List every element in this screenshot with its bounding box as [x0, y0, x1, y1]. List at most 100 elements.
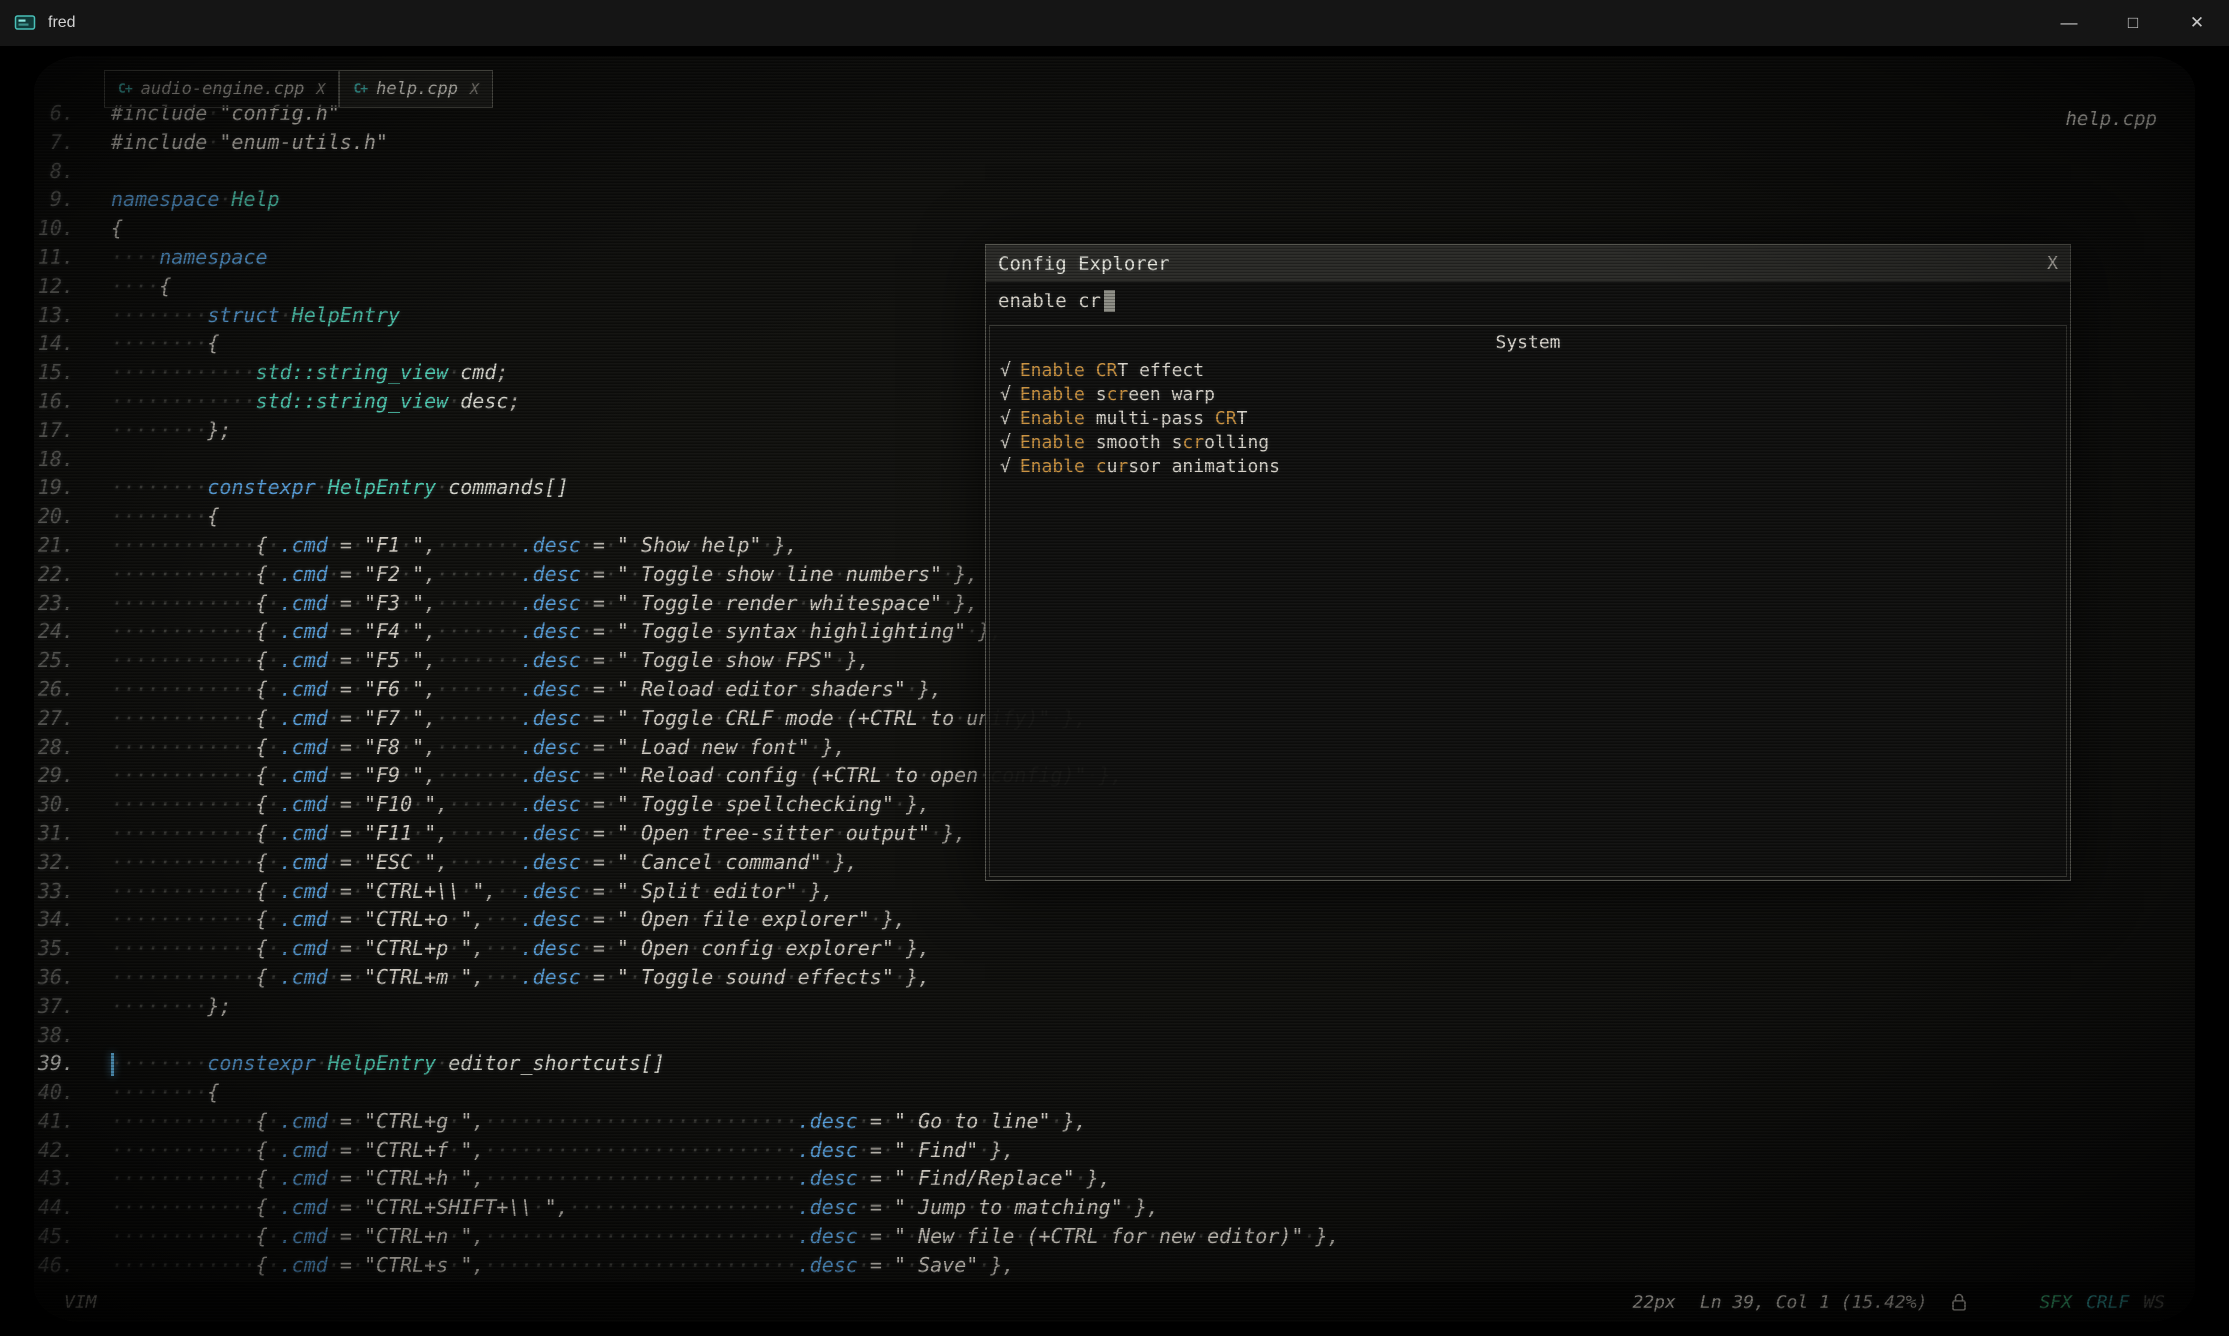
line-number: 15.	[34, 358, 74, 387]
line-number: 40.	[34, 1078, 74, 1107]
code-line[interactable]: 9.namespace·Help	[34, 185, 2195, 214]
line-number: 18.	[34, 445, 74, 474]
line-number: 28.	[34, 733, 74, 762]
status-flag-ws: WS	[2143, 1292, 2165, 1313]
line-number: 19.	[34, 473, 74, 502]
window-controls: — □ ✕	[2037, 0, 2229, 46]
config-entry[interactable]: √Enable cursor animations	[990, 455, 2066, 479]
line-text: {	[111, 214, 123, 243]
status-bar: VIM 22px Ln 39, Col 1 (15.42%) SFXCRLFWS	[34, 1282, 2195, 1322]
tab-close-button[interactable]: X	[316, 80, 325, 98]
config-explorer: Config Explorer X enable cr System √Enab…	[985, 244, 2071, 881]
checkbox-checked-icon: √	[1000, 456, 1011, 477]
code-line[interactable]: 41. ············{·.cmd·=·"CTRL+g·",······…	[34, 1107, 2195, 1136]
text-cursor	[1104, 290, 1115, 312]
line-number: 26.	[34, 675, 74, 704]
cpp-file-icon: C+	[353, 82, 367, 97]
code-line[interactable]: 46. ············{·.cmd·=·"CTRL+s·",······…	[34, 1251, 2195, 1280]
config-results-panel: System √Enable CRT effect√Enable screen …	[989, 325, 2067, 877]
tab-close-button[interactable]: X	[470, 80, 479, 98]
line-text: ············{·.cmd·=·"F4·",·······.desc·…	[111, 617, 1002, 646]
code-line[interactable]: 44.············{·.cmd·=·"CTRL+SHIFT+\\·"…	[34, 1193, 2195, 1222]
checkbox-checked-icon: √	[1000, 384, 1011, 405]
config-results: √Enable CRT effect√Enable screen warp√En…	[990, 359, 2066, 479]
line-text: ············{·.cmd·=·"F10·",······.desc·…	[111, 790, 930, 819]
code-line[interactable]: 38.	[34, 1021, 2195, 1050]
code-line[interactable]: 40.········{	[34, 1078, 2195, 1107]
line-text: ············{·.cmd·=·"CTRL+o·",···.desc·…	[111, 905, 906, 934]
line-number: 38.	[34, 1021, 74, 1050]
line-text: ············{·.cmd·=·"CTRL+m·",···.desc·…	[111, 963, 930, 992]
code-line[interactable]: 45.············{·.cmd·=·"CTRL+n·",······…	[34, 1222, 2195, 1251]
line-number: 29.	[34, 761, 74, 790]
config-entry[interactable]: √Enable multi-pass CRT	[990, 407, 2066, 431]
line-number: 46.	[34, 1251, 74, 1280]
file-indicator: help.cpp	[2065, 108, 2157, 130]
status-flag-crlf: CRLF	[2086, 1292, 2129, 1313]
line-number: 35.	[34, 934, 74, 963]
code-line[interactable]: 43.············{·.cmd·=·"CTRL+h·",······…	[34, 1164, 2195, 1193]
tab-help.cpp[interactable]: C+help.cppX	[339, 70, 493, 108]
line-number: 10.	[34, 214, 74, 243]
line-text: ············{·.cmd·=·"CTRL+f·",·········…	[111, 1136, 1014, 1165]
line-number: 39.	[34, 1049, 74, 1078]
line-text: ····namespace	[111, 243, 268, 272]
line-text: ············{·.cmd·=·"F1·",·······.desc·…	[111, 531, 798, 560]
code-line[interactable]: 7.#include·"enum-utils.h"	[34, 128, 2195, 157]
code-line[interactable]: 35. ············{·.cmd·=·"CTRL+p·",···.de…	[34, 934, 2195, 963]
line-text: ············{·.cmd·=·"F8·",·······.desc·…	[111, 733, 846, 762]
config-entry[interactable]: √Enable smooth scrolling	[990, 431, 2066, 455]
line-number: 41.	[34, 1107, 74, 1136]
line-number: 6.	[34, 99, 74, 128]
line-number: 11.	[34, 243, 74, 272]
config-entry[interactable]: √Enable screen warp	[990, 383, 2066, 407]
checkbox-checked-icon: √	[1000, 408, 1011, 429]
line-text: ············{·.cmd·=·"ESC·",······.desc·…	[111, 848, 858, 877]
tab-label: audio-engine.cpp	[141, 79, 305, 99]
line-text: ············{·.cmd·=·"CTRL+g·",·········…	[111, 1107, 1087, 1136]
line-number: 13.	[34, 301, 74, 330]
line-number: 8.	[34, 157, 74, 186]
config-search-query: enable cr	[998, 290, 1101, 312]
config-explorer-titlebar: Config Explorer X	[986, 245, 2070, 282]
close-button[interactable]: ✕	[2165, 0, 2229, 46]
line-number: 22.	[34, 560, 74, 589]
config-explorer-title: Config Explorer	[998, 253, 1170, 275]
code-line[interactable]: 10. {	[34, 214, 2195, 243]
status-flags: SFXCRLFWS	[2039, 1292, 2165, 1313]
crt-screen: 6.#include·"config.h"7.#include·"enum-ut…	[34, 56, 2195, 1322]
tab-audio-engine.cpp[interactable]: C+ audio-engine.cpp X	[104, 70, 339, 108]
line-text: ········constexpr·HelpEntry·commands[]	[111, 473, 569, 502]
line-text: ············{·.cmd·=·"F9·",·······.desc·…	[111, 761, 1123, 790]
config-entry[interactable]: √Enable CRT effect	[990, 359, 2066, 383]
checkbox-checked-icon: √	[1000, 360, 1011, 381]
code-line[interactable]: 36.············{·.cmd·=·"CTRL+m·",···.de…	[34, 963, 2195, 992]
config-search-input[interactable]: enable cr	[986, 282, 2070, 320]
line-text: ············{·.cmd·=·"F5·",·······.desc·…	[111, 646, 870, 675]
code-line[interactable]: 39.········constexpr·HelpEntry·editor_sh…	[34, 1049, 2195, 1078]
line-text: ············{·.cmd·=·"CTRL+s·",·········…	[111, 1251, 1014, 1280]
line-text: namespace·Help	[111, 185, 280, 214]
line-number: 17.	[34, 416, 74, 445]
maximize-button[interactable]: □	[2101, 0, 2165, 46]
code-line[interactable]: 8.	[34, 157, 2195, 186]
cursor-position-indicator: Ln 39, Col 1 (15.42%)	[1700, 1292, 1928, 1313]
config-explorer-close-button[interactable]: X	[2047, 253, 2058, 274]
code-line[interactable]: 42.············{·.cmd·=·"CTRL+f·",······…	[34, 1136, 2195, 1165]
code-line[interactable]: 37.········};	[34, 992, 2195, 1021]
minimize-button[interactable]: —	[2037, 0, 2101, 46]
cpp-file-icon: C+	[118, 82, 132, 97]
line-text: ········struct·HelpEntry	[111, 301, 400, 330]
line-text: ········{	[111, 329, 219, 358]
line-number: 20.	[34, 502, 74, 531]
window-titlebar[interactable]: fred — □ ✕	[0, 0, 2229, 46]
line-number: 12.	[34, 272, 74, 301]
line-number: 16.	[34, 387, 74, 416]
checkbox-checked-icon: √	[1000, 432, 1011, 453]
window-title: fred	[48, 14, 76, 32]
code-line[interactable]: 34.············{·.cmd·=·"CTRL+o·",···.de…	[34, 905, 2195, 934]
line-number: 23.	[34, 589, 74, 618]
line-text: ············{·.cmd·=·"F6·",·······.desc·…	[111, 675, 942, 704]
line-text: ············{·.cmd·=·"CTRL+p·",···.desc·…	[111, 934, 930, 963]
app-icon	[14, 12, 36, 34]
